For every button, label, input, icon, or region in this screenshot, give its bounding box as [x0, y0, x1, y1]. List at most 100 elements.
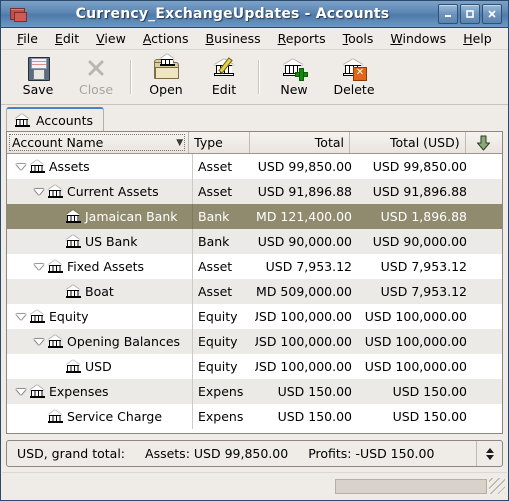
bank-icon — [48, 260, 63, 273]
table-row[interactable]: Boat Asset JMD 509,000.00 USD 7,953.12 — [7, 279, 502, 304]
cell-total: JMD 121,400.00 — [255, 209, 352, 224]
resize-grip[interactable] — [489, 478, 505, 494]
menu-edit[interactable]: Edit — [47, 29, 88, 48]
save-button[interactable]: Save — [9, 52, 67, 102]
table-row[interactable]: Opening Balances Equity USD 100,000.00 USD … — [7, 329, 502, 354]
save-button-label: Save — [22, 82, 54, 97]
cell-total: USD 100,000.00 — [255, 309, 352, 324]
close-button[interactable] — [482, 4, 502, 24]
menu-tools[interactable]: Tools — [335, 29, 383, 48]
cell-account-name: Assets — [7, 154, 193, 179]
expander-open-icon[interactable] — [12, 304, 30, 329]
cell-account-name: Equity — [7, 304, 193, 329]
delete-badge-icon: ✕ — [353, 67, 367, 81]
account-name-label: Equity — [49, 309, 89, 324]
menu-windows[interactable]: Windows — [382, 29, 455, 48]
accounts-tree: Account Name ▼ Type Total Total (USD) As… — [6, 131, 503, 434]
bank-icon — [66, 210, 81, 223]
column-header-type-label: Type — [194, 135, 223, 150]
cell-total: USD 91,896.88 — [257, 184, 352, 199]
cell-total-usd: USD 99,850.00 — [372, 159, 467, 174]
column-options-button[interactable] — [465, 132, 502, 153]
column-header-account-name[interactable]: Account Name ▼ — [7, 132, 190, 153]
cell-type: Asset — [198, 184, 233, 199]
account-name-label: Service Charge — [67, 409, 163, 424]
delete-account-button-label: Delete — [333, 82, 375, 97]
bank-icon — [30, 310, 45, 323]
menu-help[interactable]: Help — [455, 29, 501, 48]
table-row[interactable]: Equity Equity USD 100,000.00 USD 100,000.00 — [7, 304, 502, 329]
menu-view[interactable]: View — [88, 29, 135, 48]
bank-icon — [66, 360, 81, 373]
cell-account-name: Expenses — [7, 379, 193, 404]
account-name-label: Fixed Assets — [67, 259, 145, 274]
status-bar — [2, 472, 507, 499]
close-x-icon — [83, 55, 109, 81]
application-window: Currency_ExchangeUpdates - Accounts File… — [0, 0, 509, 501]
table-row[interactable]: Fixed Assets Asset USD 7,953.12 USD 7,953.1… — [7, 254, 502, 279]
bank-icon — [48, 410, 63, 423]
account-name-label: Opening Balances — [67, 334, 181, 349]
close-button-toolbar[interactable]: Close — [67, 52, 125, 102]
menu-business[interactable]: Business — [198, 29, 270, 48]
column-header-type[interactable]: Type — [189, 132, 250, 153]
expander-open-icon[interactable] — [12, 154, 30, 179]
cell-account-name: USD — [7, 354, 193, 379]
menu-actions[interactable]: Actions — [135, 29, 198, 48]
table-row[interactable]: Jamaican Bank Bank JMD 121,400.00 USD 1,896… — [7, 204, 502, 229]
summary-stepper[interactable] — [476, 441, 502, 466]
column-header-total-usd[interactable]: Total (USD) — [349, 132, 466, 153]
column-header-account-name-label: Account Name — [12, 135, 104, 150]
table-row[interactable]: Service Charge Expens USD 150.00 USD 150.00 — [7, 404, 502, 429]
account-edit-icon — [211, 55, 237, 81]
expander-placeholder — [48, 354, 66, 379]
column-header-total-usd-label: Total (USD) — [389, 135, 460, 150]
table-row[interactable]: Assets Asset USD 99,850.00 USD 99,850.00 — [7, 154, 502, 179]
plus-badge-icon — [295, 68, 308, 81]
cell-type: Bank — [198, 209, 230, 224]
account-name-label: Expenses — [49, 384, 109, 399]
toolbar-separator-2 — [258, 60, 260, 94]
expander-open-icon[interactable] — [30, 254, 48, 279]
toolbar-separator-1 — [130, 60, 132, 94]
open-button[interactable]: Open — [137, 52, 195, 102]
cell-total: USD 7,953.12 — [265, 259, 352, 274]
column-header-total[interactable]: Total — [250, 132, 350, 153]
new-account-button-label: New — [280, 82, 308, 97]
cell-type: Expens — [198, 409, 244, 424]
tree-header-row: Account Name ▼ Type Total Total (USD) — [7, 132, 502, 154]
minimize-button[interactable] — [438, 4, 458, 24]
table-row[interactable]: Expenses Expens USD 150.00 USD 150.00 — [7, 379, 502, 404]
table-row[interactable]: USD Equity USD 100,000.00 USD 100,000.00 — [7, 354, 502, 379]
cell-total-usd: USD 91,896.88 — [372, 184, 467, 199]
cell-total-usd: USD 100,000.00 — [364, 309, 467, 324]
delete-account-button[interactable]: ✕ Delete — [323, 52, 385, 102]
table-row[interactable]: US Bank Bank USD 90,000.00 USD 90,000.00 — [7, 229, 502, 254]
expander-placeholder — [48, 229, 66, 254]
table-row[interactable]: Current Assets Asset USD 91,896.88 USD 91,8… — [7, 179, 502, 204]
edit-button-label: Edit — [211, 82, 237, 97]
tab-strip: Accounts — [6, 105, 503, 131]
new-account-button[interactable]: New — [265, 52, 323, 102]
cell-type: Expens — [198, 384, 244, 399]
maximize-button[interactable] — [460, 4, 480, 24]
cell-type: Asset — [198, 159, 233, 174]
cell-account-name: Opening Balances — [7, 329, 193, 354]
account-name-label: Jamaican Bank — [85, 209, 178, 224]
summary-bar: USD, grand total: Assets: USD 99,850.00 … — [6, 440, 503, 467]
menu-reports[interactable]: Reports — [270, 29, 335, 48]
cell-total-usd: USD 7,953.12 — [380, 259, 467, 274]
expander-placeholder — [48, 204, 66, 229]
bank-icon — [48, 335, 63, 348]
expander-open-icon[interactable] — [30, 179, 48, 204]
menu-file[interactable]: File — [9, 29, 47, 48]
expander-open-icon[interactable] — [30, 329, 48, 354]
notebook: Accounts — [1, 105, 508, 131]
open-folder-icon — [153, 54, 179, 81]
cell-type: Equity — [198, 309, 238, 324]
tab-accounts[interactable]: Accounts — [6, 107, 104, 131]
bank-icon — [30, 160, 45, 173]
cell-type: Asset — [198, 284, 233, 299]
edit-button[interactable]: Edit — [195, 52, 253, 102]
expander-open-icon[interactable] — [12, 379, 30, 404]
